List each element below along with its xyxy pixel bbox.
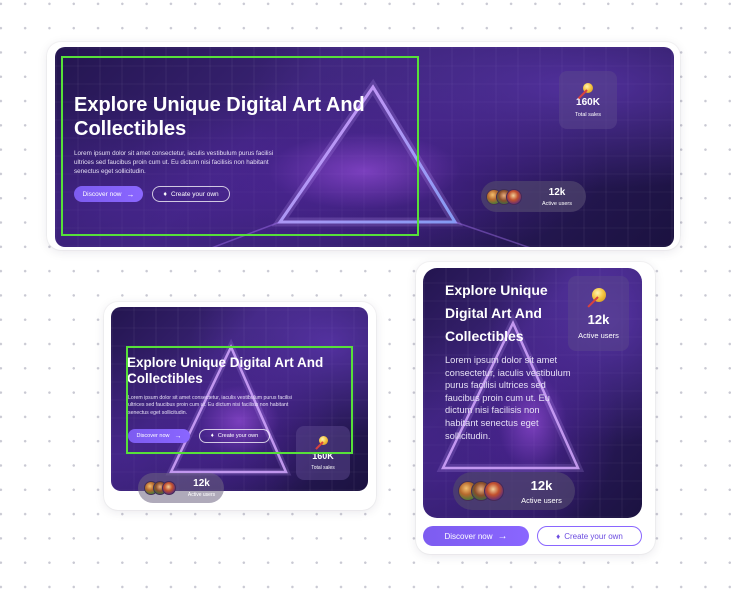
- active-users-pill: 12k Active users: [138, 473, 224, 503]
- wand-icon: [586, 295, 599, 308]
- active-users-pill: 12k Active users: [481, 181, 586, 212]
- avatar-group: [486, 188, 522, 205]
- active-users-label: Active users: [542, 200, 572, 207]
- arrow-right-icon: →: [174, 432, 182, 440]
- active-users-value: 12k: [530, 477, 553, 493]
- discover-now-button[interactable]: Discover now →: [128, 429, 190, 443]
- avatar: [484, 481, 504, 501]
- page-title: Explore Unique Digital Art And Collectib…: [127, 355, 324, 386]
- active-users-label: Active users: [187, 492, 216, 498]
- diamond-icon: ♦: [163, 190, 167, 198]
- hero-banner-tall: Explore Unique Digital Art And Collectib…: [423, 268, 642, 518]
- hero-banner-medium: Explore Unique Digital Art And Collectib…: [111, 307, 368, 491]
- total-sales-label: Total sales: [575, 111, 601, 118]
- total-sales-value: 160K: [312, 450, 334, 461]
- hero-banner-large: Explore Unique Digital Art And Collectib…: [55, 47, 674, 247]
- total-sales-box: 160K Total sales: [559, 71, 617, 129]
- active-users-value: 12k: [548, 186, 566, 198]
- discover-now-label: Discover now: [82, 190, 122, 198]
- hero-description: Lorem ipsum dolor sit amet consectetur, …: [128, 395, 293, 416]
- active-users-box: 12k Active users: [568, 276, 629, 351]
- active-users-value: 12k: [587, 311, 610, 327]
- discover-now-button[interactable]: Discover now →: [423, 526, 529, 546]
- active-users-label: Active users: [578, 330, 619, 340]
- arrow-right-icon: →: [126, 189, 135, 199]
- coin-wand-icon: [314, 435, 328, 450]
- wand-icon: [314, 440, 324, 450]
- avatar: [506, 188, 522, 205]
- diamond-icon: ♦: [210, 433, 214, 439]
- diamond-icon: ♦: [556, 531, 561, 541]
- page-title: Explore Unique Digital Art And Collectib…: [445, 282, 548, 344]
- create-your-own-button[interactable]: ♦ Create your own: [537, 526, 642, 546]
- active-users-value: 12k: [193, 478, 210, 489]
- page-title: Explore Unique Digital Art And Collectib…: [74, 94, 365, 140]
- discover-now-button[interactable]: Discover now →: [74, 186, 143, 202]
- total-sales-label: Total sales: [311, 464, 335, 471]
- avatar-group: [458, 481, 504, 501]
- create-your-own-label: Create your own: [217, 433, 259, 439]
- create-your-own-label: Create your own: [170, 190, 219, 198]
- coin-wand-icon: [577, 82, 593, 99]
- hero-description: Lorem ipsum dolor sit amet consectetur, …: [74, 150, 274, 175]
- active-users-label: Active users: [521, 495, 562, 505]
- hero-description: Lorem ipsum dolor sit amet consectetur, …: [445, 355, 571, 441]
- active-users-pill: 12k Active users: [453, 472, 575, 510]
- coin-wand-icon: [586, 287, 606, 308]
- create-your-own-button[interactable]: ♦ Create your own: [152, 186, 230, 202]
- discover-now-label: Discover now: [136, 433, 170, 439]
- create-your-own-label: Create your own: [564, 531, 623, 541]
- avatar: [162, 481, 176, 495]
- total-sales-box: 160K Total sales: [296, 426, 350, 480]
- avatar-group: [144, 481, 176, 495]
- arrow-right-icon: →: [497, 530, 508, 542]
- create-your-own-button[interactable]: ♦ Create your own: [199, 429, 270, 443]
- discover-now-label: Discover now: [444, 531, 493, 541]
